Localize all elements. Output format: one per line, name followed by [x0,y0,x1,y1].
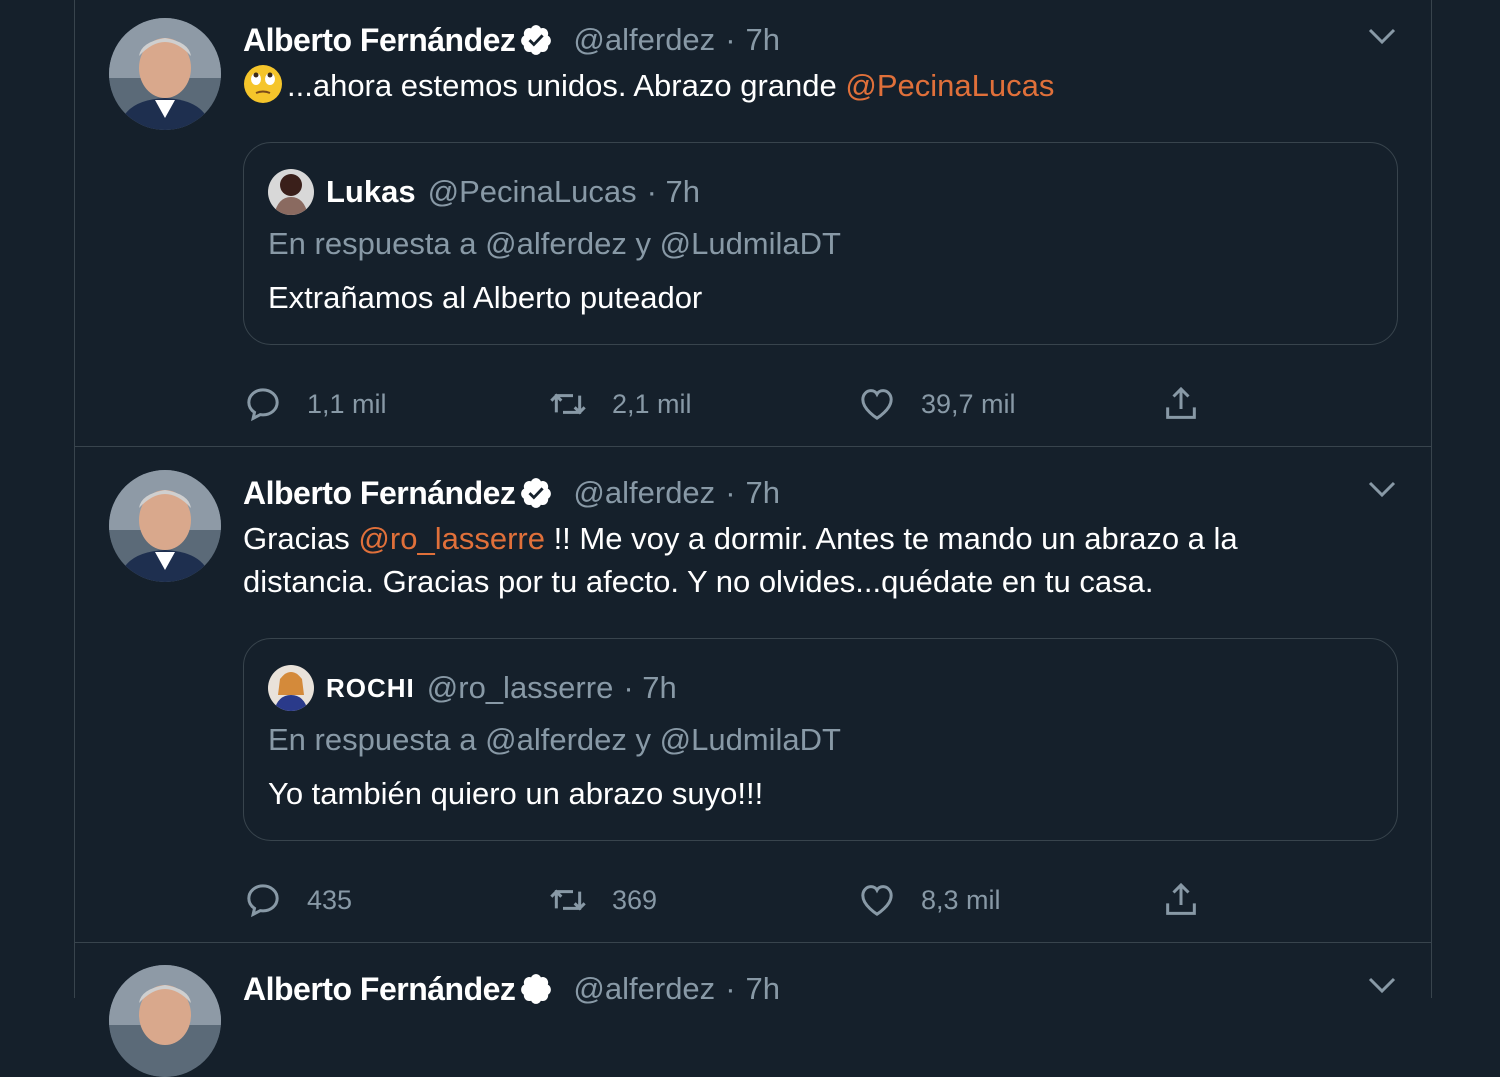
quoted-avatar[interactable] [268,665,314,711]
quoted-tweet-text: Extrañamos al Alberto puteador [268,280,703,315]
timestamp[interactable]: 7h [746,971,780,1007]
share-icon [1166,386,1196,419]
rolling-eyes-emoji-icon [244,65,282,103]
reply-icon [247,884,279,918]
reply-context: En respuesta a @alferdez y @LudmilaDT [268,722,841,757]
verified-icon [521,478,552,508]
heart-icon [861,389,893,420]
author-handle[interactable]: @alferdez [573,22,715,58]
heart-icon [861,885,893,916]
tweet-text-body: ...ahora estemos unidos. Abrazo grande [287,68,846,103]
tweet-text: ...ahora estemos unidos. Abrazo grande @… [243,64,1373,107]
quoted-timestamp: · 7h [623,670,677,705]
share-button[interactable] [1161,382,1201,426]
verified-icon [521,974,552,1004]
retweet-count: 369 [612,884,658,915]
reply-button[interactable]: 435 [243,878,352,922]
quoted-timestamp: · 7h [646,174,701,209]
quoted-tweet[interactable]: ROCHI @ro_lasserre · 7h En respuesta a @… [243,638,1398,841]
reply-count: 435 [307,884,353,915]
like-button[interactable]: 39,7 mil [857,382,1016,426]
author-handle[interactable]: @alferdez [573,475,715,511]
author-name[interactable]: Alberto Fernández [243,22,516,59]
avatar[interactable] [109,470,221,582]
reply-button[interactable]: 1,1 mil [243,382,387,426]
separator: · [725,971,736,1006]
tweet-actions: 1,1 mil 2,1 mil 39,7 mil [243,382,1223,426]
share-button[interactable] [1161,878,1201,922]
avatar[interactable] [109,965,221,1077]
like-button[interactable]: 8,3 mil [857,878,1001,922]
retweet-button[interactable]: 369 [548,878,657,922]
reply-icon [247,388,279,422]
quoted-author-name[interactable]: Lukas [326,174,416,210]
retweet-count: 2,1 mil [612,388,692,419]
timeline: Alberto Fernández @alferdez · 7h ...ahor… [74,0,1432,1077]
like-count: 8,3 mil [921,884,1001,915]
separator: · [725,22,736,57]
retweet-icon [550,393,586,415]
quoted-author-handle[interactable]: @PecinaLucas [428,174,637,210]
tweet-text-start: Gracias [243,521,359,556]
quoted-tweet-header: Lukas @PecinaLucas · 7h [268,169,700,215]
quoted-tweet-text: Yo también quiero un abrazo suyo!!! [268,776,764,811]
tweet-header: Alberto Fernández @alferdez · 7h [243,969,780,1009]
tweet[interactable]: Alberto Fernández @alferdez · 7h [75,943,1431,1077]
author-name[interactable]: Alberto Fernández [243,475,516,512]
chevron-down-icon[interactable] [1367,479,1397,499]
tweet-actions: 435 369 8,3 mil [243,878,1223,922]
quoted-author-name[interactable]: ROCHI [326,673,415,704]
chevron-down-icon[interactable] [1367,26,1397,46]
tweet[interactable]: Alberto Fernández @alferdez · 7h ...ahor… [75,0,1431,447]
author-name[interactable]: Alberto Fernández [243,971,516,1008]
separator: · [725,475,736,510]
quoted-avatar[interactable] [268,169,314,215]
verified-icon [521,25,552,55]
retweet-icon [550,889,586,911]
tweet-header: Alberto Fernández @alferdez · 7h [243,473,780,513]
retweet-button[interactable]: 2,1 mil [548,382,692,426]
share-icon [1166,882,1196,915]
timestamp[interactable]: 7h [746,475,780,511]
timestamp[interactable]: 7h [746,22,780,58]
tweet[interactable]: Alberto Fernández @alferdez · 7h Gracias… [75,447,1431,943]
avatar[interactable] [109,18,221,130]
like-count: 39,7 mil [921,388,1016,419]
quoted-tweet-header: ROCHI @ro_lasserre · 7h [268,665,677,711]
mention-link[interactable]: @ro_lasserre [358,521,545,556]
author-handle[interactable]: @alferdez [573,971,715,1007]
tweet-text: Gracias @ro_lasserre !! Me voy a dormir.… [243,517,1373,603]
quoted-tweet[interactable]: Lukas @PecinaLucas · 7h En respuesta a @… [243,142,1398,345]
reply-count: 1,1 mil [307,388,387,419]
chevron-down-icon[interactable] [1367,975,1397,995]
reply-context: En respuesta a @alferdez y @LudmilaDT [268,226,841,261]
quoted-author-handle[interactable]: @ro_lasserre [427,670,614,706]
tweet-header: Alberto Fernández @alferdez · 7h [243,20,780,60]
mention-link[interactable]: @PecinaLucas [845,68,1054,103]
